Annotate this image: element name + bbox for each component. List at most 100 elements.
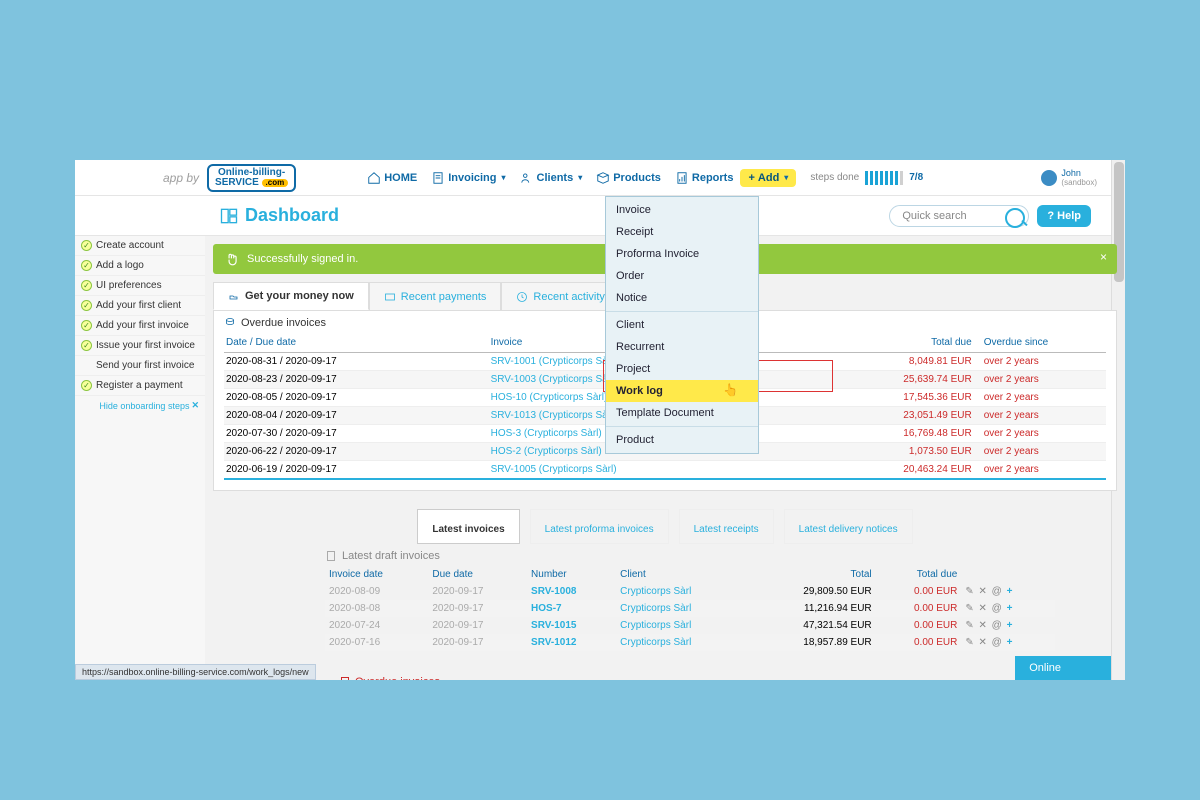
add-menu-item[interactable]: Work log👆 — [606, 380, 758, 402]
onboarding-step[interactable]: ✓UI preferences — [75, 276, 205, 296]
col-since[interactable]: Overdue since — [974, 333, 1106, 353]
tab-get-money[interactable]: Get your money now — [213, 282, 369, 310]
nav-invoicing[interactable]: Invoicing — [424, 171, 512, 185]
dcol-num[interactable]: Number — [527, 566, 616, 583]
onboarding-step[interactable]: ✓Add your first client — [75, 296, 205, 316]
add-menu-item[interactable]: Receipt — [606, 221, 758, 243]
table-row[interactable]: 2020-06-19 / 2020-09-17SRV-1005 (Cryptic… — [224, 461, 1106, 480]
invoice-icon — [431, 171, 445, 185]
close-icon: ✕ — [191, 400, 199, 411]
ltab-delivery[interactable]: Latest delivery notices — [784, 509, 913, 544]
more-link[interactable]: more + — [325, 657, 1097, 668]
add-menu-item[interactable]: Notice — [606, 287, 758, 309]
client-link[interactable]: Crypticorps Sàrl — [616, 583, 748, 600]
payments-icon — [384, 291, 396, 303]
onboarding-step[interactable]: ✓Add your first invoice — [75, 316, 205, 336]
col-total[interactable]: Total due — [824, 333, 974, 353]
home-icon — [367, 171, 381, 185]
drafts-title: Latest draft invoices — [325, 550, 1117, 562]
invoice-number-link[interactable]: HOS-7 — [527, 600, 616, 617]
add-menu-item[interactable]: Proforma Invoice — [606, 243, 758, 265]
add-menu-item[interactable]: Invoice — [606, 199, 758, 221]
add-menu-item[interactable]: Project — [606, 358, 758, 380]
overdue-icon — [339, 676, 351, 680]
invoice-number-link[interactable]: SRV-1015 — [527, 617, 616, 634]
avatar-icon — [1041, 170, 1057, 186]
dcol-total[interactable]: Total — [748, 566, 875, 583]
help-button[interactable]: ? Help — [1037, 205, 1091, 227]
invoice-link[interactable]: SRV-1005 (Crypticorps Sàrl) — [489, 461, 824, 480]
dcol-client[interactable]: Client — [616, 566, 748, 583]
user-menu[interactable]: John (sandbox) — [1041, 169, 1097, 187]
onboarding-step[interactable]: ✓Register a payment — [75, 376, 205, 396]
row-actions[interactable]: ✎ ✕ @ + — [961, 634, 1055, 651]
latest-tabs: Latest invoices Latest proforma invoices… — [213, 509, 1117, 544]
drafts-table: Invoice date Due date Number Client Tota… — [325, 566, 1055, 651]
nav-reports[interactable]: Reports — [668, 171, 741, 185]
onboarding-sidebar: ✓Create account✓Add a logo✓UI preference… — [75, 236, 205, 680]
client-link[interactable]: Crypticorps Sàrl — [616, 617, 748, 634]
hide-onboarding[interactable]: Hide onboarding steps ✕ — [75, 396, 205, 415]
check-icon: ✓ — [81, 340, 92, 351]
ltab-receipts[interactable]: Latest receipts — [679, 509, 774, 544]
search-icon[interactable] — [1005, 208, 1025, 228]
ltab-invoices[interactable]: Latest invoices — [417, 509, 519, 544]
clock-icon — [516, 291, 528, 303]
dcol-idate[interactable]: Invoice date — [325, 566, 428, 583]
coins-icon — [224, 317, 236, 329]
row-actions[interactable]: ✎ ✕ @ + — [961, 617, 1055, 634]
add-menu-item[interactable]: Order — [606, 265, 758, 287]
table-row[interactable]: 2020-07-242020-09-17SRV-1015Crypticorps … — [325, 617, 1055, 634]
reports-icon — [675, 171, 689, 185]
check-icon: ✓ — [81, 280, 92, 291]
drafts-section: Latest draft invoices Invoice date Due d… — [325, 550, 1117, 668]
add-menu-item[interactable]: Product — [606, 429, 758, 451]
row-actions[interactable]: ✎ ✕ @ + — [961, 583, 1055, 600]
col-date[interactable]: Date / Due date — [224, 333, 489, 353]
dcol-due[interactable]: Due date — [428, 566, 527, 583]
client-link[interactable]: Crypticorps Sàrl — [616, 600, 748, 617]
status-url: https://sandbox.online-billing-service.c… — [75, 664, 316, 680]
overdue-footer[interactable]: Overdue invoices — [339, 676, 1125, 680]
brand-logo[interactable]: Online-billing- SERVICE .com — [207, 164, 296, 192]
clients-icon — [520, 171, 534, 185]
nav-clients[interactable]: Clients — [513, 171, 590, 185]
invoice-number-link[interactable]: SRV-1008 — [527, 583, 616, 600]
app-window: app by Online-billing- SERVICE .com HOME… — [75, 160, 1125, 680]
table-row[interactable]: 2020-08-082020-09-17HOS-7Crypticorps Sàr… — [325, 600, 1055, 617]
client-link[interactable]: Crypticorps Sàrl — [616, 634, 748, 651]
flash-close[interactable]: × — [1100, 250, 1107, 264]
add-menu-item[interactable]: Recurrent — [606, 336, 758, 358]
table-row[interactable]: 2020-07-162020-09-17SRV-1012Crypticorps … — [325, 634, 1055, 651]
steps-bars — [865, 171, 903, 185]
steps-indicator: steps done 7/8 — [810, 171, 923, 185]
dashboard-icon — [219, 206, 239, 226]
tab-recent-activity[interactable]: Recent activity — [501, 282, 620, 310]
nav-products[interactable]: Products — [589, 171, 668, 185]
online-badge[interactable]: Online — [1015, 656, 1111, 680]
page-title: Dashboard — [219, 205, 339, 226]
onboarding-step[interactable]: ✓Send your first invoice — [75, 356, 205, 376]
check-icon: ✓ — [81, 320, 92, 331]
dcol-totaldue[interactable]: Total due — [876, 566, 962, 583]
hand-money-icon — [228, 290, 240, 302]
add-menu-item[interactable]: Template Document — [606, 402, 758, 424]
cursor-icon: 👆 — [723, 383, 738, 397]
onboarding-step[interactable]: ✓Create account — [75, 236, 205, 256]
invoice-number-link[interactable]: SRV-1012 — [527, 634, 616, 651]
tab-recent-payments[interactable]: Recent payments — [369, 282, 502, 310]
nav-home[interactable]: HOME — [360, 171, 424, 185]
add-menu-item[interactable]: Client — [606, 314, 758, 336]
topnav: app by Online-billing- SERVICE .com HOME… — [75, 160, 1125, 196]
row-actions[interactable]: ✎ ✕ @ + — [961, 600, 1055, 617]
onboarding-step[interactable]: ✓Issue your first invoice — [75, 336, 205, 356]
subheader: Dashboard Quick search ? Help — [75, 196, 1125, 236]
ltab-proforma[interactable]: Latest proforma invoices — [530, 509, 669, 544]
search-input[interactable]: Quick search — [889, 205, 1029, 227]
draft-icon — [325, 550, 337, 562]
table-row[interactable]: 2020-08-092020-09-17SRV-1008Crypticorps … — [325, 583, 1055, 600]
onboarding-step[interactable]: ✓Add a logo — [75, 256, 205, 276]
check-icon: ✓ — [81, 300, 92, 311]
nav-add[interactable]: Add — [740, 169, 796, 187]
check-icon: ✓ — [81, 260, 92, 271]
